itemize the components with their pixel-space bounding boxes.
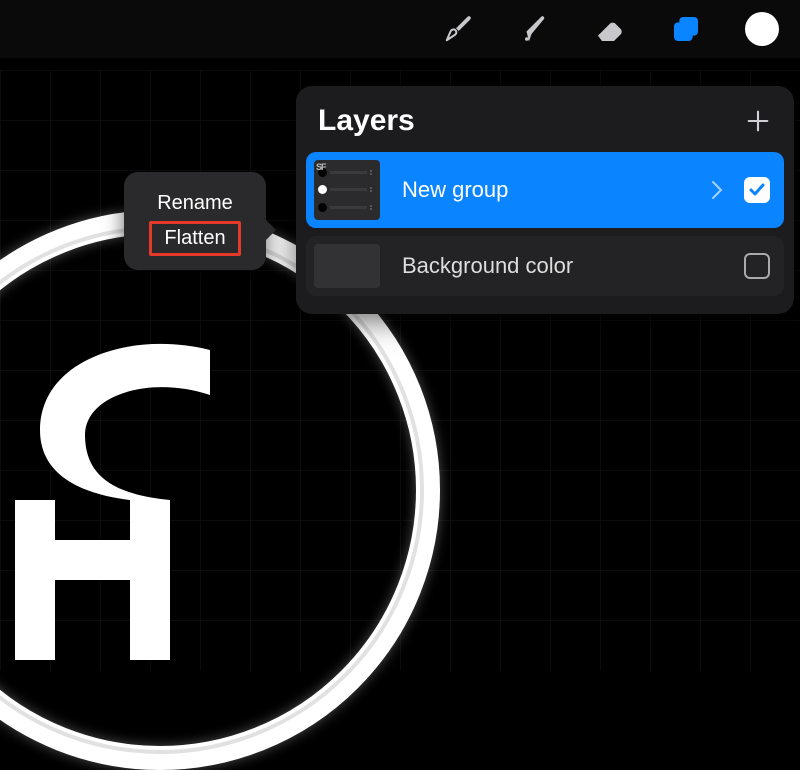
layers-icon[interactable] — [668, 11, 704, 47]
layer-group-name: New group — [402, 177, 710, 203]
plus-icon — [744, 107, 772, 135]
context-flatten[interactable]: Flatten — [149, 221, 240, 256]
smudge-icon[interactable] — [516, 11, 552, 47]
brush-icon[interactable] — [440, 11, 476, 47]
check-icon — [748, 181, 766, 199]
background-color-label: Background color — [402, 253, 744, 279]
layer-group-row[interactable]: SF New group — [306, 152, 784, 228]
current-color-circle — [745, 12, 779, 46]
layers-panel-title: Layers — [318, 104, 415, 138]
layers-panel-header: Layers — [306, 104, 784, 152]
layers-panel: Layers SF New group Background color — [296, 86, 794, 314]
top-toolbar — [0, 0, 800, 58]
color-chip[interactable] — [744, 11, 780, 47]
background-color-row[interactable]: Background color — [306, 236, 784, 296]
layer-context-menu: Rename Flatten — [124, 172, 266, 270]
chevron-right-icon — [710, 179, 724, 201]
layer-visibility-checkbox[interactable] — [744, 177, 770, 203]
background-color-thumbnail — [314, 244, 380, 288]
context-rename[interactable]: Rename — [135, 186, 255, 221]
add-layer-button[interactable] — [744, 107, 772, 135]
background-visibility-checkbox[interactable] — [744, 253, 770, 279]
eraser-icon[interactable] — [592, 11, 628, 47]
logo-sf-glyph — [0, 340, 260, 660]
layer-group-thumbnail: SF — [314, 160, 380, 220]
